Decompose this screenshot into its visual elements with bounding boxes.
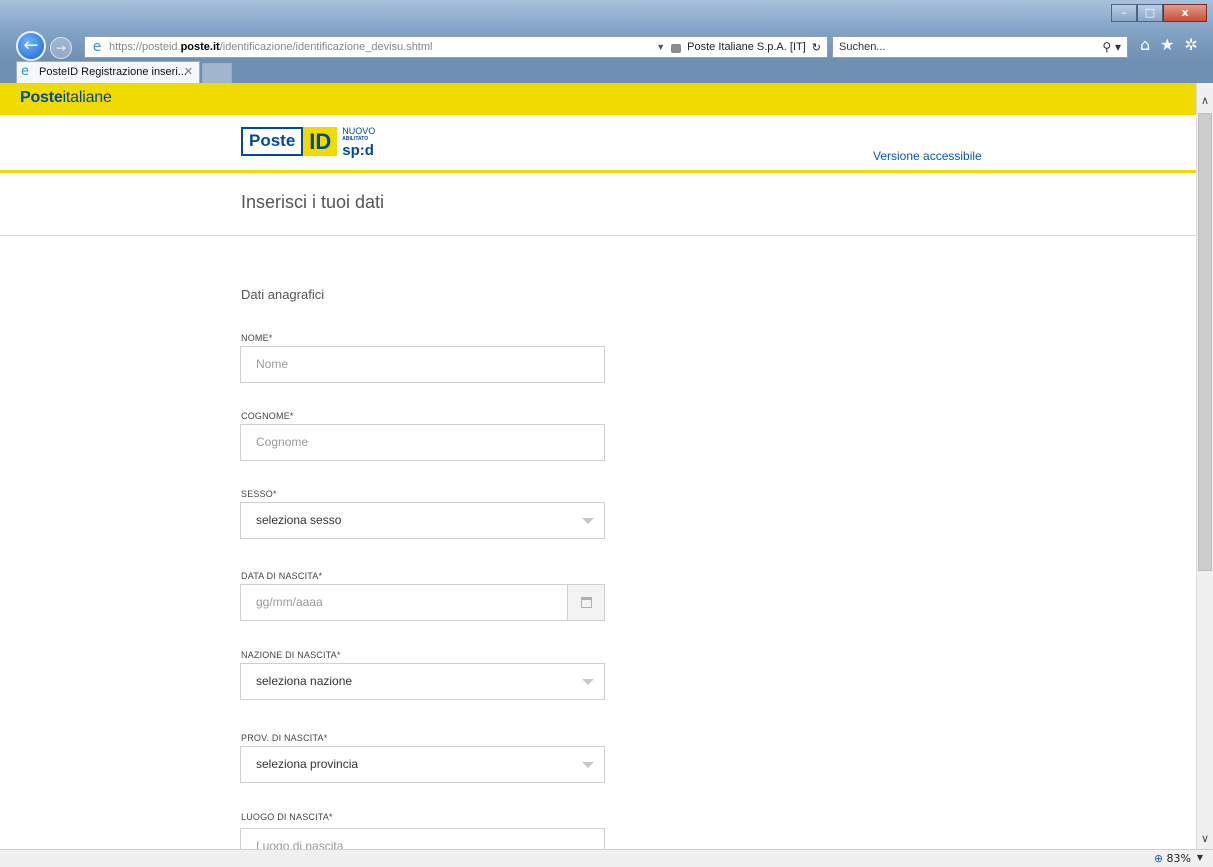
zoom-dropdown-icon[interactable]: ▼ [1197,853,1203,862]
scroll-down-icon[interactable]: ∨ [1197,831,1213,847]
status-bar: ⊕ 83% ▼ [0,849,1213,867]
site-header: Poste ID NUOVO ABILITATO sp:d Versione a… [0,115,1196,173]
page-viewport: Posteitaliane Poste ID NUOVO ABILITATO s… [0,83,1196,849]
ie-page-icon: e [92,39,102,55]
search-input[interactable]: Suchen... ⚲ ▾ [832,36,1128,58]
favorites-star-icon[interactable]: ★ [1160,35,1174,54]
window-controls: – □ x [1111,4,1207,22]
address-bar[interactable]: e https://posteid.poste.it/identificazio… [84,36,828,58]
posteid-spid-logo[interactable]: Poste ID NUOVO ABILITATO sp:d [241,127,375,158]
certificate-label[interactable]: Poste Italiane S.p.A. [IT] [687,41,806,53]
accessible-version-link[interactable]: Versione accessibile [873,149,982,163]
calendar-button[interactable] [567,585,604,620]
luogo-nascita-field[interactable]: Luogo di nascita [240,828,605,849]
new-tab-button[interactable] [202,63,232,83]
page-title: Inserisci i tuoi dati [241,192,385,212]
lock-icon[interactable] [671,43,682,53]
vertical-scrollbar[interactable]: ∧ ∨ [1196,83,1213,849]
back-arrow-icon[interactable]: ← [16,31,46,61]
chevron-down-icon [582,518,594,524]
address-dropdown-icon[interactable]: ▼ [656,42,665,52]
prov-nascita-select[interactable]: seleziona provincia [240,746,605,783]
calendar-icon [581,597,592,608]
scrollbar-thumb[interactable] [1198,113,1212,571]
nazione-nascita-select[interactable]: seleziona nazione [240,663,605,700]
chevron-down-icon [582,762,594,768]
refresh-icon[interactable]: ↻ [812,41,821,54]
sesso-label: SESSO* [241,489,277,499]
sesso-value: seleziona sesso [256,513,342,527]
nazione-nascita-label: NAZIONE DI NASCITA* [241,650,341,660]
chevron-down-icon [582,679,594,685]
data-nascita-placeholder: gg/mm/aaaa [256,595,323,609]
scroll-up-icon[interactable]: ∧ [1197,93,1213,109]
zoom-icon: ⊕ [1153,852,1164,865]
luogo-nascita-label: LUOGO DI NASCITA* [241,812,333,822]
navigation-bar: ← → e https://posteid.poste.it/identific… [0,30,1213,62]
browser-tools: ⌂ ★ ✲ [1140,35,1198,54]
browser-tab[interactable]: e PosteID Registrazione inseri... ✕ [16,61,200,83]
minimize-icon[interactable]: – [1111,4,1137,22]
prov-value: seleziona provincia [256,757,359,771]
maximize-icon[interactable]: □ [1137,4,1163,22]
data-nascita-field[interactable]: gg/mm/aaaa [240,584,605,621]
data-nascita-label: DATA DI NASCITA* [241,571,323,581]
gear-icon[interactable]: ✲ [1185,35,1198,54]
search-icon[interactable]: ⚲ ▾ [1102,37,1121,57]
cognome-label: COGNOME* [241,411,294,421]
address-url[interactable]: https://posteid.poste.it/identificazione… [109,41,432,53]
zoom-level[interactable]: ⊕ 83% [1154,852,1191,865]
posteitaliane-logo[interactable]: Posteitaliane [20,89,112,107]
section-title-dati-anagrafici: Dati anagrafici [241,287,325,302]
nazione-value: seleziona nazione [256,674,353,688]
close-icon[interactable]: x [1163,4,1207,22]
cognome-field[interactable]: Cognome [240,424,605,461]
nome-label: NOME* [241,333,273,343]
tab-close-icon[interactable]: ✕ [184,62,193,82]
page-heading-section: Inserisci i tuoi dati [0,176,1196,236]
cognome-placeholder: Cognome [256,435,309,449]
search-placeholder: Suchen... [839,41,886,53]
sesso-select[interactable]: seleziona sesso [240,502,605,539]
forward-arrow-icon[interactable]: → [50,37,72,59]
luogo-placeholder: Luogo di nascita [256,839,344,849]
nome-field[interactable]: Nome [240,346,605,383]
prov-nascita-label: PROV. DI NASCITA* [241,733,328,743]
home-icon[interactable]: ⌂ [1140,35,1150,54]
spid-mark: NUOVO ABILITATO sp:d [342,126,376,159]
nome-placeholder: Nome [256,357,289,371]
tab-title: PosteID Registrazione inseri... [39,66,187,78]
tab-favicon-icon: e [21,64,29,79]
poste-brand-bar: Posteitaliane [0,83,1196,115]
